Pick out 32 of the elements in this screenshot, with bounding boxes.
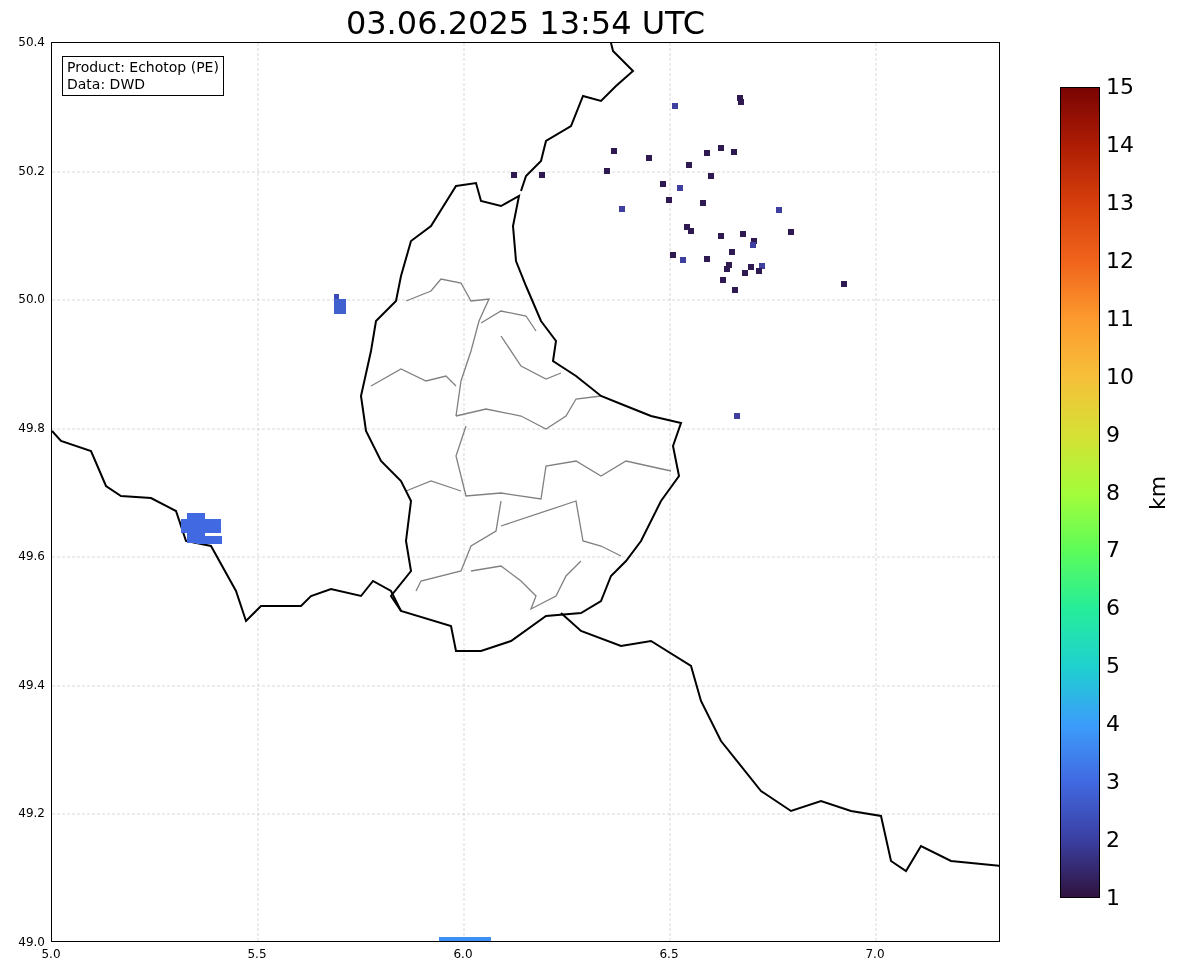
legend-text: Data: DWD (67, 76, 146, 93)
colorbar-tick-label: 3 (1106, 771, 1120, 794)
y-tick-label: 49.6 (18, 550, 45, 563)
x-tick-label: 5.5 (247, 948, 267, 960)
y-tick-label: 50.0 (18, 293, 45, 306)
colorbar-tick-label: 13 (1106, 191, 1134, 214)
colorbar-tick-label: 10 (1106, 365, 1134, 388)
y-tick-label: 49.4 (18, 678, 45, 691)
colorbar-tick-label: 1 (1106, 887, 1120, 909)
colorbar-tick-label: 15 (1106, 76, 1134, 98)
y-tick-label: 49.8 (18, 421, 45, 434)
colorbar-tick-label: 6 (1106, 597, 1120, 620)
colorbar-tick-label: 11 (1106, 307, 1134, 330)
x-tick-label: 7.0 (865, 948, 885, 960)
colorbar-tick-label: 8 (1106, 481, 1120, 504)
y-tick-label: 49.2 (18, 807, 45, 820)
y-tick-label: 50.4 (18, 36, 45, 48)
x-tick-label: 6.0 (453, 948, 473, 960)
y-tick-label: 49.0 (18, 936, 45, 948)
colorbar-tick-label: 5 (1106, 655, 1120, 678)
colorbar-tick-label: 9 (1106, 423, 1120, 446)
colorbar-tick-label: 4 (1106, 713, 1120, 736)
x-tick-label: 6.5 (659, 948, 679, 960)
chart-title: 03.06.2025 13:54 UTC (345, 7, 706, 42)
colorbar-tick-label: 7 (1106, 539, 1120, 562)
y-tick-label: 50.2 (18, 164, 45, 177)
colorbar-label: km (1147, 475, 1169, 510)
legend-text: Product: Echotop (PE) (67, 59, 219, 76)
colorbar-tick-label: 14 (1106, 133, 1134, 156)
x-tick-label: 5.0 (41, 948, 61, 960)
colorbar-tick-label: 12 (1106, 249, 1134, 272)
colorbar-tick-label: 2 (1106, 829, 1120, 852)
